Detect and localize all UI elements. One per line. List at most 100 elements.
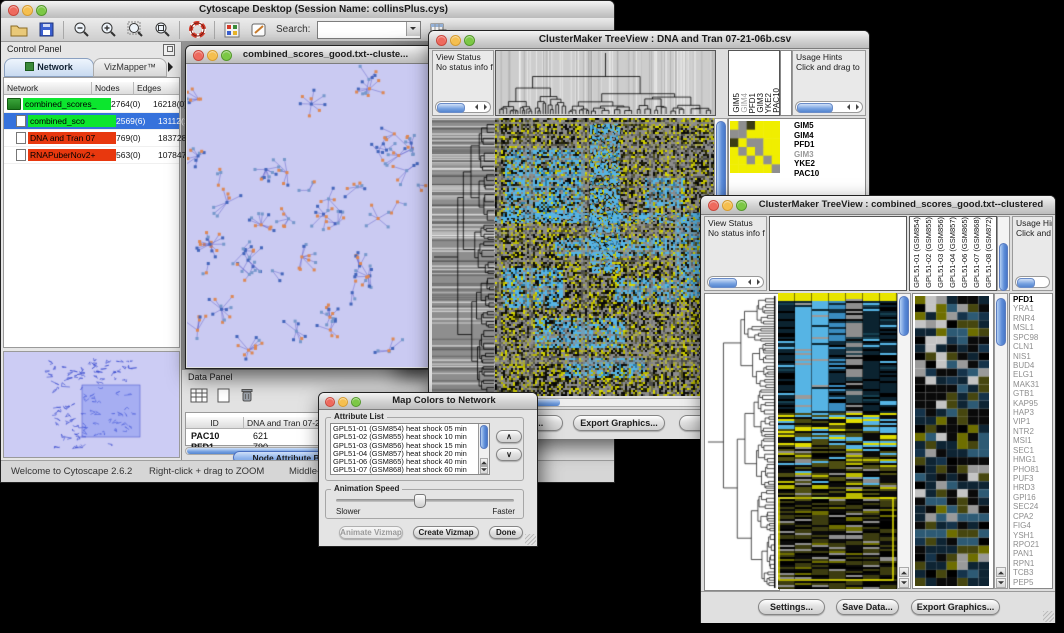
delete-attribute-icon[interactable] bbox=[237, 386, 257, 404]
tv1-row-label[interactable]: GIM5 bbox=[794, 121, 819, 131]
network-window-titlebar[interactable]: combined_scores_good.txt--cluste... bbox=[186, 46, 433, 64]
speed-slider-thumb[interactable] bbox=[414, 494, 426, 508]
save-data-button[interactable]: Save Data... bbox=[836, 599, 899, 615]
gene-label[interactable]: PHO81 bbox=[1013, 465, 1039, 474]
gene-label[interactable]: NIS1 bbox=[1013, 352, 1039, 361]
gene-label[interactable]: YRA1 bbox=[1013, 304, 1039, 313]
gene-label[interactable]: SEC1 bbox=[1013, 446, 1039, 455]
network-row[interactable]: DNA and Tran 07769(0)183728(0) bbox=[4, 130, 179, 147]
float-panel-icon[interactable] bbox=[163, 44, 175, 56]
main-titlebar[interactable]: Cytoscape Desktop (Session Name: collins… bbox=[1, 1, 614, 19]
network-row[interactable]: combined_sco2569(6)13112(15) bbox=[4, 113, 179, 130]
zoom-out-icon[interactable] bbox=[71, 21, 91, 39]
help-icon[interactable] bbox=[187, 21, 207, 39]
zoom-selected-icon[interactable] bbox=[125, 21, 145, 39]
scrollbar-thumb[interactable] bbox=[437, 103, 465, 113]
column-header[interactable]: ID bbox=[186, 417, 244, 429]
tv2-column-dendrogram-area[interactable] bbox=[769, 216, 907, 291]
treeview2-titlebar[interactable]: ClusterMaker TreeView : combined_scores_… bbox=[701, 196, 1055, 215]
gene-label[interactable]: RPO21 bbox=[1013, 540, 1039, 549]
gene-label[interactable]: TCB3 bbox=[1013, 568, 1039, 577]
tv1-row-label[interactable]: GIM3 bbox=[794, 150, 819, 160]
tv1-row-dendrogram-canvas[interactable] bbox=[432, 118, 495, 396]
annotation-icon[interactable] bbox=[249, 21, 269, 39]
zoom-in-icon[interactable] bbox=[98, 21, 118, 39]
attribute-list-item[interactable]: GPL51-02 (GSM855) heat shock 10 min bbox=[333, 433, 477, 441]
tv1-row-label[interactable]: GIM4 bbox=[794, 131, 819, 141]
network-canvas[interactable] bbox=[187, 64, 432, 367]
new-attribute-icon[interactable] bbox=[213, 386, 233, 404]
close-icon[interactable] bbox=[8, 5, 19, 16]
gene-label[interactable]: SPC98 bbox=[1013, 333, 1039, 342]
minimize-icon[interactable] bbox=[22, 5, 33, 16]
scroll-up-icon[interactable] bbox=[996, 567, 1006, 577]
tv2-status-scrollbar[interactable] bbox=[707, 276, 764, 288]
scrollbar-thumb[interactable] bbox=[797, 103, 833, 113]
tv2-zoom-vscrollbar[interactable] bbox=[994, 293, 1008, 589]
tv1-zoom-heatmap-canvas[interactable] bbox=[730, 121, 780, 173]
gene-label[interactable]: HRD3 bbox=[1013, 483, 1039, 492]
minimize-icon[interactable] bbox=[722, 200, 733, 211]
scroll-up-icon[interactable] bbox=[899, 567, 909, 577]
tv1-row-label[interactable]: PAC10 bbox=[794, 169, 819, 179]
tv2-vscrollbar[interactable] bbox=[897, 293, 911, 589]
tv1-usage-scrollbar[interactable] bbox=[795, 101, 863, 113]
zoom-fit-icon[interactable] bbox=[152, 21, 172, 39]
gene-label[interactable]: ELG1 bbox=[1013, 370, 1039, 379]
tab-overflow-arrow[interactable] bbox=[168, 62, 178, 72]
scroll-right-icon[interactable] bbox=[852, 103, 861, 111]
gene-label[interactable]: YSH1 bbox=[1013, 531, 1039, 540]
gene-label[interactable]: GTB1 bbox=[1013, 389, 1039, 398]
search-dropdown-icon[interactable] bbox=[406, 22, 420, 36]
tv1-row-label[interactable]: PFD1 bbox=[794, 140, 819, 150]
attribute-list-item[interactable]: GPL51-04 (GSM857) heat shock 20 min bbox=[333, 450, 477, 458]
tv2-collabel-scrollbar[interactable] bbox=[997, 216, 1010, 291]
scrollbar-thumb[interactable] bbox=[999, 243, 1008, 291]
gene-label[interactable]: HAP3 bbox=[1013, 408, 1039, 417]
resize-grip[interactable] bbox=[1043, 611, 1054, 622]
network-overview[interactable] bbox=[3, 351, 180, 458]
scroll-left-icon[interactable] bbox=[743, 278, 752, 286]
minimize-icon[interactable] bbox=[338, 397, 348, 407]
gene-label[interactable]: PEP5 bbox=[1013, 578, 1039, 587]
attribute-listbox[interactable]: GPL51-01 (GSM854) heat shock 05 minGPL51… bbox=[330, 423, 490, 475]
close-icon[interactable] bbox=[325, 397, 335, 407]
gene-label[interactable]: CPA2 bbox=[1013, 512, 1039, 521]
scroll-down-icon[interactable] bbox=[480, 466, 488, 474]
gene-label[interactable]: GPI16 bbox=[1013, 493, 1039, 502]
close-icon[interactable] bbox=[193, 50, 204, 61]
gene-label[interactable]: KAP95 bbox=[1013, 399, 1039, 408]
export-graphics-button[interactable]: Export Graphics... bbox=[911, 599, 1000, 615]
move-down-button[interactable]: ∨ bbox=[496, 448, 522, 461]
scroll-down-icon[interactable] bbox=[996, 578, 1006, 588]
tab-vizmapper[interactable]: VizMapper™ bbox=[93, 58, 167, 77]
minimize-icon[interactable] bbox=[450, 35, 461, 46]
network-overview-canvas[interactable] bbox=[4, 352, 179, 457]
attribute-select-icon[interactable] bbox=[189, 386, 209, 404]
gene-label[interactable]: PFD1 bbox=[1013, 295, 1039, 304]
tv1-column-dendrogram-canvas[interactable] bbox=[495, 50, 716, 116]
scrollbar-thumb[interactable] bbox=[480, 425, 488, 449]
column-header[interactable]: Nodes bbox=[92, 82, 134, 95]
gene-label[interactable]: CLN1 bbox=[1013, 342, 1039, 351]
treeview1-titlebar[interactable]: ClusterMaker TreeView : DNA and Tran 07-… bbox=[429, 31, 869, 49]
vizmapper-icon[interactable] bbox=[222, 21, 242, 39]
attribute-list-item[interactable]: GPL51-06 (GSM865) heat shock 40 min bbox=[333, 458, 477, 466]
gene-label[interactable]: BUD4 bbox=[1013, 361, 1039, 370]
tv2-row-dendrogram-canvas[interactable] bbox=[704, 293, 780, 591]
gene-label[interactable]: FIG4 bbox=[1013, 521, 1039, 530]
scroll-left-icon[interactable] bbox=[842, 103, 851, 111]
gene-label[interactable]: SEC24 bbox=[1013, 502, 1039, 511]
done-button[interactable]: Done bbox=[489, 526, 523, 539]
resize-grip[interactable] bbox=[525, 534, 536, 545]
scroll-up-icon[interactable] bbox=[480, 458, 488, 466]
column-header[interactable]: Network bbox=[4, 82, 92, 95]
gene-label[interactable]: PUF3 bbox=[1013, 474, 1039, 483]
scrollbar-thumb[interactable] bbox=[709, 278, 737, 288]
attribute-list-item[interactable]: GPL51-07 (GSM868) heat shock 60 min bbox=[333, 466, 477, 474]
gene-label[interactable]: MON2 bbox=[1013, 587, 1039, 589]
tab-network[interactable]: Network bbox=[4, 58, 94, 77]
move-up-button[interactable]: ∧ bbox=[496, 430, 522, 443]
scroll-right-icon[interactable] bbox=[753, 278, 762, 286]
tv2-usage-scrollbar[interactable] bbox=[1015, 276, 1050, 288]
